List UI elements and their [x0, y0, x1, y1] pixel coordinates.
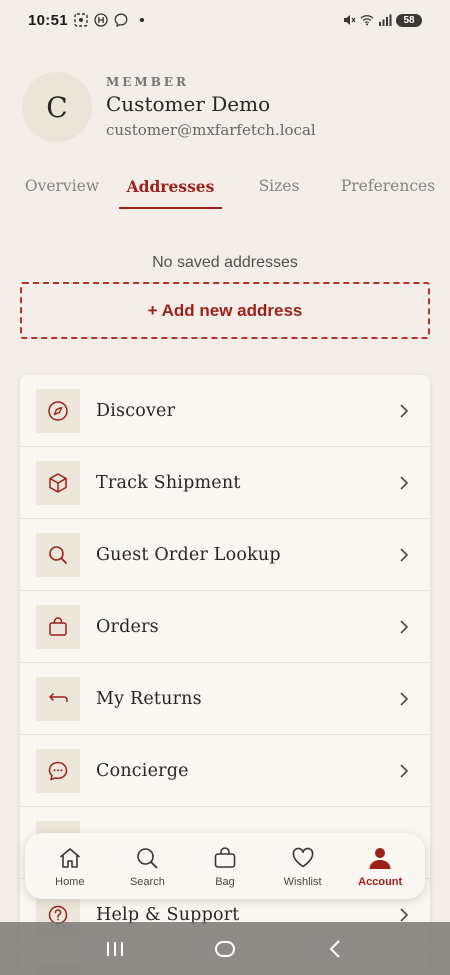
heart-icon [289, 844, 317, 872]
nav-search[interactable]: Search [110, 844, 184, 888]
chevron-right-icon [400, 692, 409, 706]
search-icon [36, 533, 80, 577]
tab-overview[interactable]: Overview [14, 164, 110, 208]
nav-wishlist[interactable]: Wishlist [266, 844, 340, 888]
nav-account[interactable]: Account [343, 844, 417, 888]
chevron-right-icon [400, 476, 409, 490]
system-navigation-bar [0, 922, 450, 975]
compass-icon [36, 389, 80, 433]
add-address-button[interactable]: + Add new address [20, 282, 430, 339]
return-arrow-icon [36, 677, 80, 721]
customer-email: customer@mxfarfetch.local [106, 121, 316, 139]
person-icon [366, 844, 394, 872]
nav-home-label: Home [55, 876, 85, 888]
messenger-icon [114, 13, 128, 27]
no-addresses-text: No saved addresses [152, 254, 298, 271]
profile-header: C MEMBER Customer Demo customer@mxfarfet… [22, 72, 316, 142]
menu-item-my-returns[interactable]: My Returns [20, 663, 430, 735]
status-left: 10:51 [28, 12, 144, 29]
recent-apps-icon[interactable] [100, 934, 130, 964]
nav-search-label: Search [129, 876, 165, 888]
chevron-right-icon [400, 620, 409, 634]
mute-icon [342, 13, 356, 27]
nav-bag-label: Bag [215, 876, 235, 888]
menu-item-track-shipment[interactable]: Track Shipment [20, 447, 430, 519]
menu-item-concierge[interactable]: Concierge [20, 735, 430, 807]
status-right: 58 [342, 13, 422, 27]
menu-item-label: Discover [96, 400, 176, 421]
menu-item-orders[interactable]: Orders [20, 591, 430, 663]
nav-wishlist-label: Wishlist [283, 876, 322, 888]
chevron-right-icon [400, 404, 409, 418]
chevron-right-icon [400, 548, 409, 562]
box-icon [36, 461, 80, 505]
profile-info: MEMBER Customer Demo customer@mxfarfetch… [106, 75, 316, 139]
customer-name: Customer Demo [106, 92, 271, 116]
notification-dot-icon [139, 18, 144, 22]
menu-item-label: My Returns [96, 688, 202, 709]
menu-item-guest-order-lookup[interactable]: Guest Order Lookup [20, 519, 430, 591]
member-label: MEMBER [106, 75, 189, 89]
tab-sizes[interactable]: Sizes [244, 164, 314, 208]
account-tabs: Overview Addresses Sizes Preferences [0, 164, 450, 210]
menu-item-label: Guest Order Lookup [96, 544, 281, 565]
status-bar: 10:51 58 [0, 0, 450, 40]
wifi-icon [360, 13, 374, 27]
status-time: 10:51 [28, 11, 68, 29]
nav-home[interactable]: Home [33, 844, 107, 888]
menu-item-label: Track Shipment [96, 472, 241, 493]
bag-icon [36, 605, 80, 649]
h-badge-icon [94, 13, 108, 27]
battery-icon: 58 [396, 13, 422, 27]
nav-account-label: Account [358, 876, 403, 888]
chevron-right-icon [400, 764, 409, 778]
tab-addresses[interactable]: Addresses [119, 164, 222, 209]
avatar: C [22, 72, 92, 142]
menu-item-label: Concierge [96, 760, 189, 781]
home-icon [56, 844, 84, 872]
home-circle-icon[interactable] [210, 934, 240, 964]
search-icon [133, 844, 161, 872]
menu-item-label: Orders [96, 616, 159, 637]
chat-icon [36, 749, 80, 793]
bag-icon [211, 844, 239, 872]
signal-icon [378, 13, 392, 27]
bottom-navigation: Home Search Bag Wishlist Account [25, 833, 425, 899]
back-icon[interactable] [320, 934, 350, 964]
menu-item-discover[interactable]: Discover [20, 375, 430, 447]
nav-bag[interactable]: Bag [188, 844, 262, 888]
focus-icon [74, 13, 88, 27]
tab-preferences[interactable]: Preferences [336, 164, 440, 208]
